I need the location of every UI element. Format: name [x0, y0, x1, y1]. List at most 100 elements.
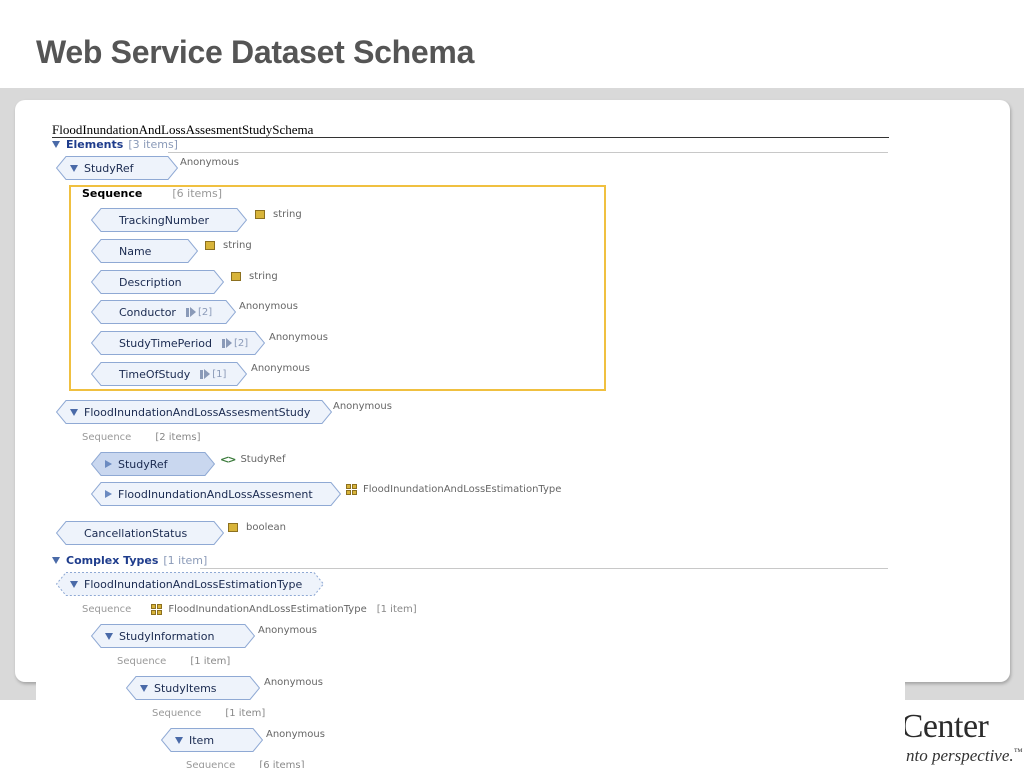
simple-type-icon	[231, 272, 241, 281]
element-conductor[interactable]: Conductor [2]	[91, 300, 236, 324]
section-divider	[168, 152, 888, 153]
element-label: TrackingNumber	[119, 213, 209, 227]
element-type-label: Anonymous	[266, 729, 325, 740]
simple-type-icon	[205, 241, 215, 250]
type-text: Anonymous	[258, 625, 317, 636]
sequence-text: Sequence	[152, 708, 202, 719]
type-text: Anonymous	[180, 157, 239, 168]
element-type-label: Anonymous	[269, 332, 328, 343]
element-type-label: FloodInundationAndLossEstimationType	[346, 484, 561, 495]
slide-title: Web Service Dataset Schema	[36, 34, 475, 70]
sequence-label: Sequence [6 items]	[82, 187, 222, 200]
element-type-label: Anonymous	[251, 363, 310, 374]
sequence-text: Sequence	[82, 432, 132, 443]
sequence-label: Sequence [1 item]	[117, 656, 230, 667]
expand-triangle-icon[interactable]	[105, 460, 112, 468]
sequence-count: [1 item]	[376, 604, 417, 615]
elements-header-count: [3 items]	[128, 138, 178, 151]
occurrence-arrow-icon	[204, 369, 211, 379]
occurrence-count: [2]	[197, 306, 213, 318]
element-studyref[interactable]: StudyRef	[56, 156, 178, 180]
occurrence-bar-icon	[185, 307, 189, 317]
sequence-text: Sequence	[82, 187, 143, 200]
occurrence-arrow-icon	[225, 338, 232, 348]
reference-icon: <>	[220, 453, 237, 466]
expand-triangle-icon[interactable]	[70, 164, 78, 172]
sequence-count: [6 items]	[172, 187, 223, 200]
expand-triangle-icon[interactable]	[140, 684, 148, 692]
collapse-triangle-icon[interactable]	[52, 141, 60, 148]
type-text: Anonymous	[269, 332, 328, 343]
element-label: Name	[119, 244, 152, 258]
expand-triangle-icon[interactable]	[105, 632, 113, 640]
element-label: Description	[119, 275, 182, 289]
type-text: string	[223, 240, 252, 251]
element-studyitems[interactable]: StudyItems	[126, 676, 260, 700]
type-text: Anonymous	[264, 677, 323, 688]
section-divider	[200, 568, 888, 569]
occurrence-bar-icon	[221, 338, 225, 348]
type-text: Anonymous	[266, 729, 325, 740]
complex-type-icon	[346, 484, 357, 495]
elements-section-header[interactable]: Elements [3 items]	[52, 138, 178, 151]
element-label: StudyRef	[84, 161, 134, 175]
simple-type-icon	[255, 210, 265, 219]
sequence-type-text: FloodInundationAndLossEstimationType	[168, 604, 367, 615]
element-floodinundationandlossassesment[interactable]: FloodInundationAndLossAssesment	[91, 482, 341, 506]
element-studyref-reference[interactable]: StudyRef	[91, 452, 215, 476]
element-timeofstudy[interactable]: TimeOfStudy [1]	[91, 362, 247, 386]
element-label: Conductor	[119, 305, 176, 319]
occurrence-count: [2]	[233, 337, 249, 349]
element-type-label: Anonymous	[180, 157, 239, 168]
type-text: Anonymous	[239, 301, 298, 312]
sequence-count: [2 items]	[155, 432, 201, 443]
occurrence-count: [1]	[212, 368, 227, 380]
schema-title: FloodInundationAndLossAssesmentStudySche…	[52, 122, 314, 137]
trademark-mark: ™	[1013, 746, 1023, 757]
footer-tagline-text: nto perspective.	[906, 746, 1014, 765]
element-description[interactable]: Description	[91, 270, 224, 294]
occurrence-arrow-icon	[189, 307, 196, 317]
expand-triangle-icon[interactable]	[175, 736, 183, 744]
type-text: string	[249, 271, 278, 282]
element-type-label: <> StudyRef	[220, 453, 285, 466]
element-label: Item	[189, 733, 215, 747]
simple-type-icon	[228, 523, 238, 532]
element-type-label: boolean	[228, 522, 286, 533]
element-type-label: Anonymous	[239, 301, 298, 312]
expand-triangle-icon[interactable]	[70, 408, 78, 416]
occurrence-indicator: [1]	[200, 369, 226, 380]
elements-header-label: Elements	[66, 138, 124, 151]
type-text: Anonymous	[251, 363, 310, 374]
expand-triangle-icon[interactable]	[70, 580, 78, 588]
element-type-label: Anonymous	[258, 625, 317, 636]
element-name[interactable]: Name	[91, 239, 198, 263]
element-label: StudyRef	[118, 457, 168, 471]
element-label: StudyItems	[154, 681, 217, 695]
complex-types-section-header[interactable]: Complex Types [1 item]	[52, 554, 207, 567]
element-type-label: Anonymous	[264, 677, 323, 688]
sequence-text: Sequence	[82, 604, 132, 615]
sequence-label: Sequence [1 item]	[152, 708, 265, 719]
complex-type-label: FloodInundationAndLossEstimationType	[84, 577, 303, 591]
complex-types-header-count: [1 item]	[163, 554, 208, 567]
sequence-label: Sequence [2 items]	[82, 432, 200, 443]
element-studyinformation[interactable]: StudyInformation	[91, 624, 255, 648]
element-type-label: string	[231, 271, 278, 282]
schema-diagram: FloodInundationAndLossAssesmentStudySche…	[36, 116, 905, 768]
element-floodinundationandlossassesmentstudy[interactable]: FloodInundationAndLossAssesmentStudy	[56, 400, 332, 424]
occurrence-indicator: [2]	[185, 306, 213, 318]
collapse-triangle-icon[interactable]	[52, 557, 60, 564]
complex-type-floodinundationandlossestimationtype[interactable]: FloodInundationAndLossEstimationType	[56, 572, 324, 596]
element-label: FloodInundationAndLossAssesmentStudy	[84, 405, 311, 419]
element-item[interactable]: Item	[161, 728, 263, 752]
expand-triangle-icon[interactable]	[105, 490, 112, 498]
occurrence-bar-icon	[200, 369, 204, 379]
element-trackingnumber[interactable]: TrackingNumber	[91, 208, 247, 232]
sequence-label: Sequence [6 items]	[186, 760, 304, 768]
element-cancellationstatus[interactable]: CancellationStatus	[56, 521, 224, 545]
sequence-label: Sequence FloodInundationAndLossEstimatio…	[82, 604, 417, 615]
element-studytimeperiod[interactable]: StudyTimePeriod [2]	[91, 331, 265, 355]
sequence-count: [6 items]	[259, 760, 305, 768]
element-label: FloodInundationAndLossAssesment	[118, 487, 313, 501]
